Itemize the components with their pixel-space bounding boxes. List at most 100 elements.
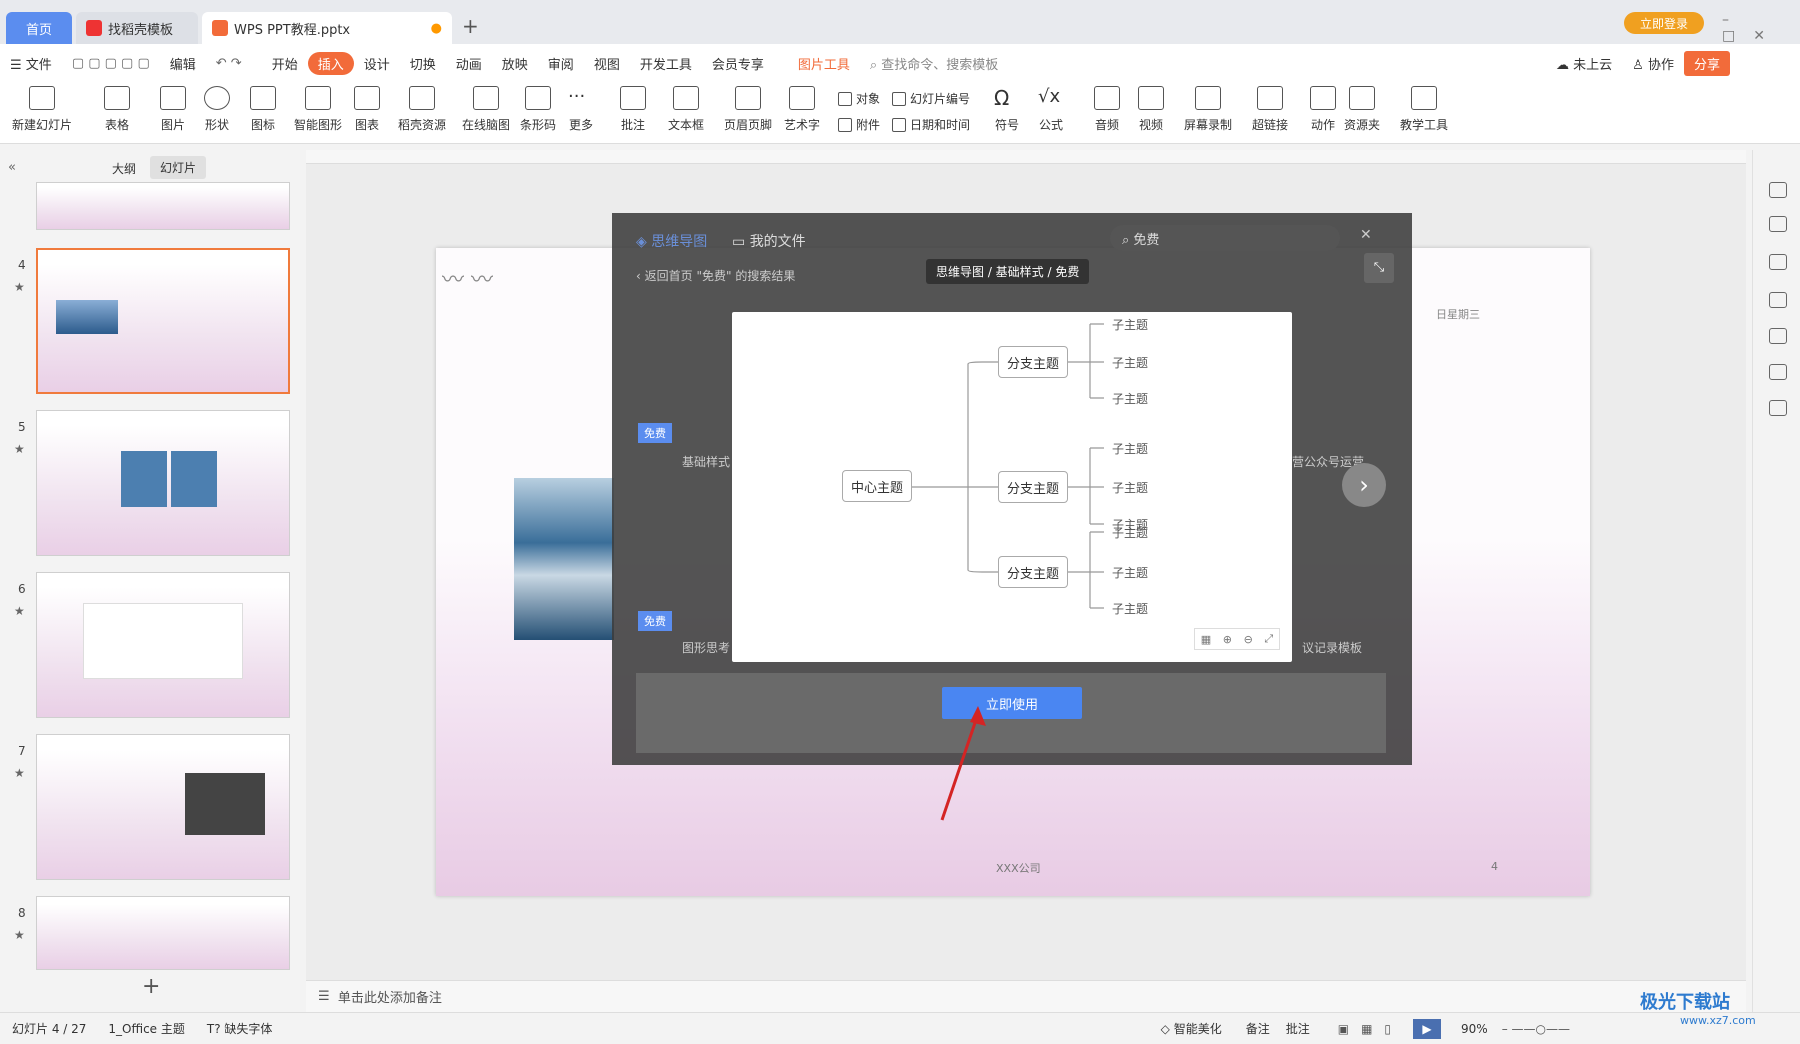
barcode-button[interactable]: 条形码 [520,86,556,133]
login-button[interactable]: 立即登录 [1624,12,1704,34]
menu-slideshow[interactable]: 放映 [492,54,538,73]
slide-thumbnail-3[interactable] [36,182,290,230]
tab-outline[interactable]: 大纲 [112,160,136,177]
chart-button[interactable]: 图表 [354,86,380,133]
menu-design[interactable]: 设计 [354,54,400,73]
add-slide-button[interactable]: + [142,974,160,999]
settings-sliders-icon[interactable] [1769,216,1787,232]
notes-toggle[interactable]: 备注 [1246,1020,1270,1037]
hamburger-icon[interactable]: ☰ 文件 [0,54,62,73]
child-topic-node[interactable]: 子主题 [1112,524,1148,541]
collapse-panel-icon[interactable]: « [8,160,16,175]
slide-thumbnail-7[interactable] [36,734,290,880]
zoom-out-icon[interactable]: ⊖ [1244,633,1253,646]
window-controls[interactable]: –□✕ [1722,12,1800,44]
teaching-tools-button[interactable]: 教学工具 [1400,86,1448,133]
audio-button[interactable]: 音频 [1094,86,1120,133]
child-topic-node[interactable]: 子主题 [1112,600,1148,617]
menu-animation[interactable]: 动画 [446,54,492,73]
book-icon[interactable] [1769,400,1787,416]
new-tab-button[interactable]: + [462,14,479,38]
branch-topic-node[interactable]: 分支主题 [998,556,1068,588]
undo-redo-icons[interactable]: ↶ ↷ [206,56,252,71]
preview-zoom-controls[interactable]: ▦ ⊕ ⊖ ⤢ [1194,628,1280,650]
view-mode-icons[interactable]: ▣▦▯ [1338,1022,1403,1036]
menu-transition[interactable]: 切换 [400,54,446,73]
child-topic-node[interactable]: 子主题 [1112,354,1148,371]
textbox-button[interactable]: 文本框 [668,86,704,133]
art-text-button[interactable]: 艺术字 [784,86,820,133]
branch-topic-node[interactable]: 分支主题 [998,471,1068,503]
smart-graphic-button[interactable]: 智能图形 [294,86,342,133]
location-icon[interactable] [1769,364,1787,380]
quick-access-icons[interactable]: ▢ ▢ ▢ ▢ ▢ [62,56,160,71]
header-footer-button[interactable]: 页眉页脚 [724,86,772,133]
menu-picture-tools[interactable]: 图片工具 [788,54,860,73]
slide-thumbnail-8[interactable] [36,896,290,970]
slide-thumbnail-4[interactable] [36,248,290,394]
screen-record-button[interactable]: 屏幕录制 [1184,86,1232,133]
slide-number-button[interactable]: 幻灯片编号 [892,90,970,107]
dialog-search-input[interactable]: ⌕ 免费 [1110,225,1340,251]
menu-start[interactable]: 开始 [262,54,308,73]
attach-button[interactable]: 附件 [838,116,880,133]
center-topic-node[interactable]: 中心主题 [842,470,912,502]
slide-thumbnail-5[interactable] [36,410,290,556]
action-button[interactable]: 动作 [1310,86,1336,133]
copy-icon[interactable] [1769,292,1787,308]
command-search[interactable]: ⌕ 查找命令、搜索模板 [860,54,1008,73]
more-button[interactable]: ··· 更多 [568,86,594,133]
cloud-status[interactable]: ☁ 未上云 [1546,54,1622,73]
video-button[interactable]: 视频 [1138,86,1164,133]
menu-review[interactable]: 审阅 [538,54,584,73]
close-icon[interactable]: ✕ [1360,227,1372,243]
picture-button[interactable]: 图片 [160,86,186,133]
missing-font-button[interactable]: T? 缺失字体 [207,1020,273,1037]
slide-thumbnail-6[interactable] [36,572,290,718]
comment-button[interactable]: 批注 [620,86,646,133]
collapse-preview-icon[interactable]: ⤡ [1364,253,1394,283]
beautify-button[interactable]: ◇ 智能美化 [1161,1020,1222,1037]
sidebar-tool-icon[interactable] [1769,182,1787,198]
theme-name[interactable]: 1_Office 主题 [108,1020,184,1037]
image-tool-icon[interactable] [1769,328,1787,344]
object-button[interactable]: 对象 [838,90,880,107]
lake-picture[interactable] [514,478,614,640]
menu-edit[interactable]: 编辑 [160,54,206,73]
datetime-button[interactable]: 日期和时间 [892,116,970,133]
fit-icon[interactable]: ▦ [1201,633,1211,646]
table-button[interactable]: 表格 [104,86,130,133]
tab-home[interactable]: 首页 [6,12,72,44]
menu-file[interactable]: 文件 [26,58,52,73]
icon-button[interactable]: 图标 [250,86,276,133]
play-icon[interactable]: ▶ [1413,1018,1442,1039]
zoom-in-icon[interactable]: ⊕ [1223,633,1232,646]
back-link[interactable]: ‹ 返回首页 "免费" 的搜索结果 [636,267,795,284]
next-arrow-icon[interactable]: › [1342,463,1386,507]
share-button[interactable]: 分享 [1683,50,1730,76]
menu-insert[interactable]: 插入 [307,51,354,75]
child-topic-node[interactable]: 子主题 [1112,479,1148,496]
tab-document[interactable]: WPS PPT教程.pptx ● [202,12,452,44]
menu-member[interactable]: 会员专享 [702,54,774,73]
child-topic-node[interactable]: 子主题 [1112,440,1148,457]
tab-templates[interactable]: 找稻壳模板 [76,12,198,44]
tab-mindmap[interactable]: ◈ 思维导图 [636,231,707,251]
child-topic-node[interactable]: 子主题 [1112,390,1148,407]
mindmap-button[interactable]: 在线脑图 [462,86,510,133]
menu-devtools[interactable]: 开发工具 [630,54,702,73]
menu-view[interactable]: 视图 [584,54,630,73]
child-topic-node[interactable]: 子主题 [1112,316,1148,333]
zoom-level[interactable]: 90% [1461,1022,1488,1036]
daoke-resource-button[interactable]: 稻壳资源 [398,86,446,133]
new-slide-button[interactable]: 新建幻灯片 [12,86,72,133]
formula-button[interactable]: √x 公式 [1038,86,1064,133]
assets-button[interactable]: 资源夹 [1344,86,1380,133]
zoom-slider[interactable]: – ——○—— [1502,1022,1570,1036]
fullscreen-icon[interactable]: ⤢ [1264,632,1273,646]
shape-button[interactable]: 形状 [204,86,230,133]
symbol-button[interactable]: Ω 符号 [994,86,1020,133]
child-topic-node[interactable]: 子主题 [1112,564,1148,581]
tab-slides[interactable]: 幻灯片 [150,156,207,179]
notes-bar[interactable]: ☰ 单击此处添加备注 [306,980,1746,1012]
